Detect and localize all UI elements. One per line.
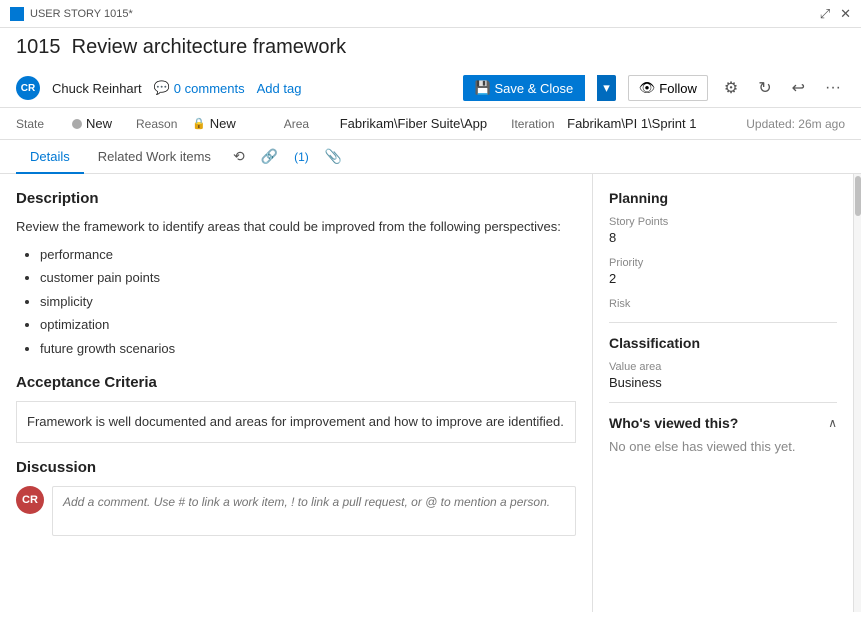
title-bar-label: USER STORY 1015* — [30, 8, 133, 20]
save-close-label: Save & Close — [494, 81, 573, 96]
iteration-value[interactable]: Fabrikam\PI 1\Sprint 1 — [567, 116, 696, 131]
discussion-row: CR — [16, 486, 576, 536]
follow-icon: 👁 — [639, 80, 656, 96]
priority-label: Priority — [609, 257, 837, 269]
author-name: Chuck Reinhart — [52, 81, 142, 96]
state-value[interactable]: New — [72, 116, 112, 131]
state-text: New — [86, 116, 112, 131]
reason-value[interactable]: 🔒 New — [192, 116, 236, 131]
story-points-label: Story Points — [609, 216, 837, 228]
header: 1015 Review architecture framework — [0, 28, 861, 59]
state-group: State New — [16, 116, 112, 131]
updated-text: Updated: 26m ago — [746, 117, 845, 131]
comment-input[interactable] — [52, 486, 576, 536]
classification-title: Classification — [609, 335, 837, 351]
close-icon[interactable]: ✕ — [840, 6, 851, 22]
bullet-5: future growth scenarios — [40, 339, 576, 359]
work-item-title: 1015 Review architecture framework — [16, 36, 845, 59]
chevron-up-icon: ∧ — [828, 416, 837, 430]
discussion-title: Discussion — [16, 459, 576, 476]
story-points-value[interactable]: 8 — [609, 230, 837, 245]
follow-button[interactable]: 👁 Follow — [628, 75, 708, 101]
save-close-button[interactable]: 💾 Save & Close — [463, 75, 586, 101]
area-group: Area Fabrikam\Fiber Suite\App — [284, 116, 487, 131]
comments-count: 0 comments — [174, 81, 245, 96]
work-item-title-text: Review architecture framework — [72, 36, 347, 58]
bullet-4: optimization — [40, 315, 576, 335]
state-label: State — [16, 117, 66, 131]
state-dot — [72, 119, 82, 129]
scroll-thumb[interactable] — [855, 176, 861, 216]
story-points-row: Story Points 8 — [609, 216, 837, 245]
iteration-label: Iteration — [511, 117, 561, 131]
author-bar: CR Chuck Reinhart 💬 0 comments Add tag 💾… — [0, 69, 861, 108]
comment-avatar: CR — [16, 486, 44, 514]
left-panel: Description Review the framework to iden… — [0, 174, 593, 612]
bullet-2: customer pain points — [40, 268, 576, 288]
description-bullets: performance customer pain points simplic… — [16, 245, 576, 359]
comments-link[interactable]: 💬 0 comments — [154, 80, 245, 96]
risk-row: Risk — [609, 298, 837, 310]
work-item-number: 1015 — [16, 36, 61, 58]
priority-row: Priority 2 — [609, 257, 837, 286]
description-title: Description — [16, 190, 576, 207]
save-close-dropdown[interactable]: ▾ — [597, 75, 616, 101]
attach-icon[interactable]: 📎 — [317, 140, 350, 173]
history-icon[interactable]: ⟲ — [225, 140, 253, 173]
acceptance-criteria-title: Acceptance Criteria — [16, 374, 576, 391]
follow-label: Follow — [659, 81, 697, 96]
risk-label: Risk — [609, 298, 837, 310]
tabs: Details Related Work items ⟲ 🔗 (1) 📎 — [0, 140, 861, 174]
main-content: Description Review the framework to iden… — [0, 174, 861, 612]
tab-details[interactable]: Details — [16, 141, 84, 174]
no-viewers-text: No one else has viewed this yet. — [609, 439, 837, 454]
title-bar: USER STORY 1015* ⤢ ✕ — [0, 0, 861, 28]
reason-group: Reason 🔒 New — [136, 116, 236, 131]
bullet-3: simplicity — [40, 292, 576, 312]
more-icon[interactable]: ··· — [821, 77, 845, 99]
title-bar-left: USER STORY 1015* — [10, 7, 133, 21]
reason-text: New — [210, 116, 236, 131]
whos-viewed-header[interactable]: Who's viewed this? ∧ — [609, 415, 837, 431]
reason-label: Reason — [136, 117, 186, 131]
scroll-track[interactable] — [853, 174, 861, 612]
tab-related-work-items[interactable]: Related Work items — [84, 141, 225, 174]
undo-icon[interactable]: ↩ — [788, 76, 809, 100]
lock-icon: 🔒 — [192, 117, 206, 130]
link-icon[interactable]: 🔗 — [253, 140, 286, 173]
whos-viewed-title: Who's viewed this? — [609, 415, 738, 431]
area-value[interactable]: Fabrikam\Fiber Suite\App — [340, 116, 487, 131]
add-tag-button[interactable]: Add tag — [257, 81, 302, 96]
comments-icon: 💬 — [154, 80, 170, 96]
avatar: CR — [16, 76, 40, 100]
area-label: Area — [284, 117, 334, 131]
value-area-value[interactable]: Business — [609, 375, 837, 390]
description-paragraph: Review the framework to identify areas t… — [16, 217, 576, 237]
right-panel: Planning Story Points 8 Priority 2 Risk … — [593, 174, 853, 612]
expand-icon[interactable]: ⤢ — [820, 6, 830, 22]
title-bar-right[interactable]: ⤢ ✕ — [820, 6, 851, 22]
bullet-1: performance — [40, 245, 576, 265]
fields-row: State New Reason 🔒 New Area Fabrikam\Fib… — [0, 108, 861, 140]
save-icon: 💾 — [475, 80, 491, 96]
value-area-row: Value area Business — [609, 361, 837, 390]
planning-title: Planning — [609, 190, 837, 206]
classification-divider — [609, 402, 837, 403]
refresh-icon[interactable]: ↻ — [754, 76, 775, 100]
work-item-icon — [10, 7, 24, 21]
planning-divider — [609, 322, 837, 323]
value-area-label: Value area — [609, 361, 837, 373]
link-count[interactable]: (1) — [286, 142, 317, 172]
acceptance-criteria-text: Framework is well documented and areas f… — [16, 401, 576, 443]
gear-icon[interactable]: ⚙ — [720, 76, 742, 100]
iteration-group: Iteration Fabrikam\PI 1\Sprint 1 — [511, 116, 696, 131]
priority-value[interactable]: 2 — [609, 271, 837, 286]
